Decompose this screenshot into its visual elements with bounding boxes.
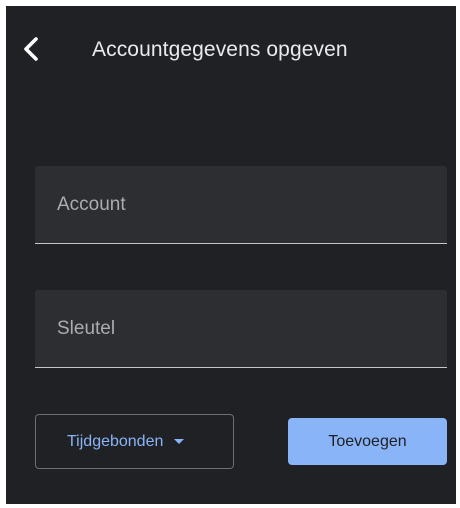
- caret-down-icon: [174, 439, 185, 444]
- chevron-left-icon: [24, 37, 38, 61]
- add-button-label: Toevoegen: [328, 432, 407, 450]
- page-title: Accountgegevens opgeven: [92, 38, 348, 61]
- account-input[interactable]: [35, 166, 447, 243]
- back-button[interactable]: [14, 32, 48, 66]
- add-account-screen: Accountgegevens opgeven Tijdgebonden Toe…: [6, 6, 456, 504]
- add-button[interactable]: Toevoegen: [288, 418, 447, 465]
- key-input[interactable]: [35, 290, 447, 367]
- key-type-selected: Tijdgebonden: [67, 432, 164, 450]
- app-bar: Accountgegevens opgeven: [6, 6, 456, 92]
- key-field[interactable]: [35, 290, 447, 368]
- account-field[interactable]: [35, 166, 447, 244]
- key-type-dropdown[interactable]: Tijdgebonden: [35, 414, 234, 469]
